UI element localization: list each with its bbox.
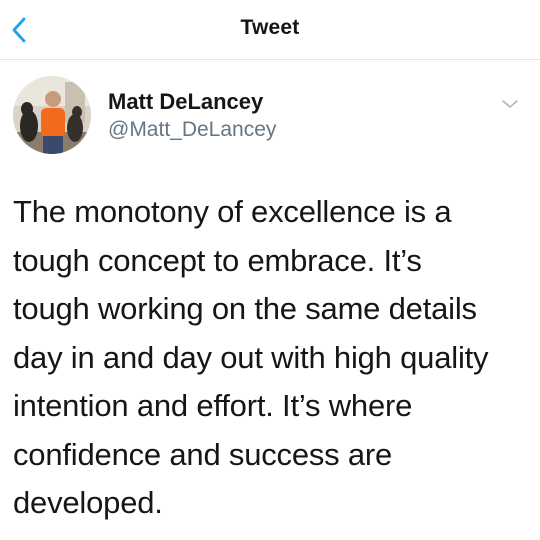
tweet-text-line: intention and effort. It’s where	[13, 388, 413, 423]
page-title: Tweet	[240, 16, 300, 39]
profile-photo	[13, 76, 91, 154]
tweet-text-line: tough working on the same details	[13, 291, 477, 326]
tweet-text-line: The monotony of excellence is a	[13, 194, 452, 229]
author-handle[interactable]: @Matt_DeLancey	[108, 118, 276, 142]
tweet-text-line: confidence and success are	[13, 436, 393, 472]
chevron-down-icon	[502, 100, 518, 108]
navigation-bar: Tweet	[0, 0, 540, 60]
tweet-text-line: developed.	[13, 485, 163, 520]
tweet-text-line: tough concept to embrace. It’s	[13, 242, 422, 278]
tweet-text-line: day in and day out with high quality	[13, 339, 489, 375]
tweet-header: Matt DeLancey @Matt_DeLancey	[0, 60, 540, 170]
avatar[interactable]	[13, 76, 91, 154]
author-name[interactable]: Matt DeLancey	[108, 89, 263, 115]
tweet-text: The monotony of excellence is a tough co…	[13, 188, 533, 528]
tweet-options-button[interactable]	[496, 90, 524, 118]
